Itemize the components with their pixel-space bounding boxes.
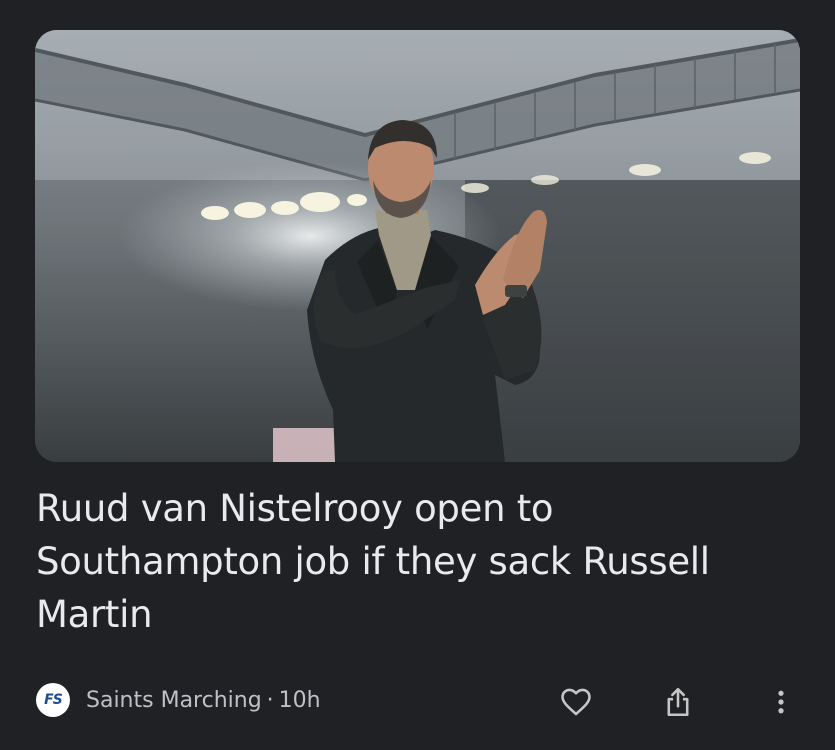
share-icon — [667, 687, 689, 717]
news-card[interactable]: Ruud van Nistelrooy open to Southampton … — [0, 0, 835, 750]
article-image[interactable] — [35, 30, 800, 462]
more-vertical-icon — [778, 690, 784, 714]
meta-separator: · — [266, 687, 274, 713]
share-button[interactable] — [658, 682, 698, 722]
like-button[interactable] — [556, 682, 596, 722]
article-headline[interactable]: Ruud van Nistelrooy open to Southampton … — [36, 482, 796, 641]
article-meta: FS Saints Marching · 10h — [36, 680, 321, 720]
source-name[interactable]: Saints Marching — [86, 688, 262, 713]
heart-outline-icon — [561, 688, 591, 716]
source-logo[interactable]: FS — [36, 683, 70, 717]
more-options-button[interactable] — [761, 682, 801, 722]
article-age: 10h — [278, 687, 321, 713]
source-logo-text: FS — [44, 692, 63, 708]
stadium-photo — [35, 30, 800, 462]
